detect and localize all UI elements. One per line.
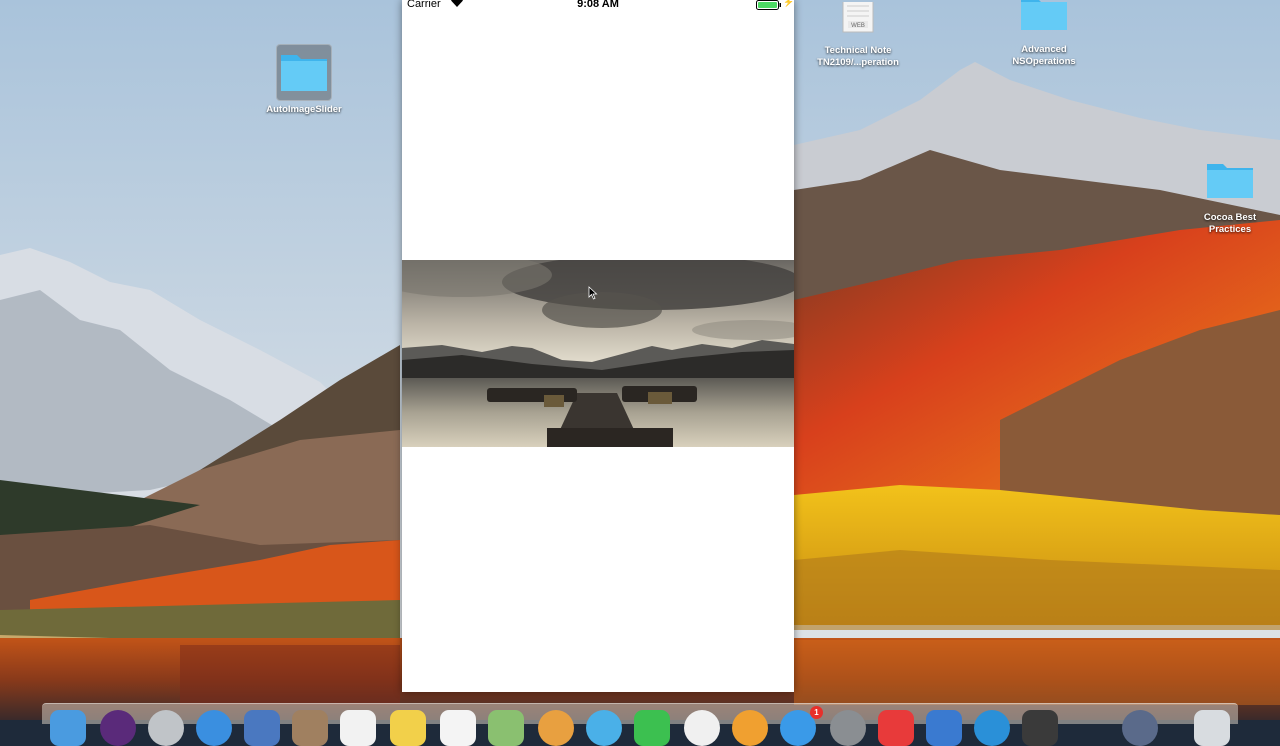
slider-image-lake-dock — [402, 260, 794, 447]
page-dot-2[interactable] — [593, 171, 600, 177]
system-preferences-icon[interactable] — [830, 710, 866, 746]
music-icon[interactable] — [684, 710, 720, 746]
photos-icon[interactable] — [538, 710, 574, 746]
page-dot-1[interactable] — [580, 171, 587, 177]
reminders-icon[interactable] — [440, 710, 476, 746]
image-slider[interactable] — [402, 260, 794, 447]
siri-icon[interactable] — [100, 710, 136, 746]
launchpad-icon[interactable] — [148, 710, 184, 746]
web-document-icon: WEB — [838, 0, 878, 41]
terminal-icon[interactable] — [1022, 710, 1058, 746]
folder-icon — [1203, 156, 1257, 209]
desktop-folder-cocoa-best-practices[interactable]: Cocoa Best Practices — [1175, 156, 1280, 236]
notification-badge: 1 — [810, 706, 823, 719]
safari-icon[interactable] — [196, 710, 232, 746]
downloads-icon[interactable] — [1122, 710, 1158, 746]
desktop-icon-label: AutoImageSlider — [266, 104, 342, 115]
ios-simulator-screen[interactable]: Carrier 9:08 AM ⚡ — [402, 0, 794, 692]
desktop-icon-label: Cocoa Best Practices — [1203, 212, 1257, 235]
desktop-icon-label: Advanced NSOperations — [1012, 44, 1076, 67]
desktop-icon-label: Technical Note TN2109/...peration — [817, 45, 899, 68]
simulator-icon[interactable] — [974, 710, 1010, 746]
facetime-icon[interactable] — [634, 710, 670, 746]
calendar-icon[interactable] — [340, 710, 376, 746]
maps-icon[interactable] — [488, 710, 524, 746]
charging-icon: ⚡ — [783, 0, 794, 7]
messages-icon[interactable] — [586, 710, 622, 746]
folder-icon — [1017, 0, 1071, 41]
trash-icon[interactable] — [1194, 710, 1230, 746]
mouse-cursor-icon — [588, 286, 598, 300]
desktop-folder-autoimageslider[interactable]: AutoImageSlider — [249, 44, 359, 116]
page-control[interactable] — [402, 168, 794, 180]
ibooks-icon[interactable] — [732, 710, 768, 746]
contacts-icon[interactable] — [292, 710, 328, 746]
finder-icon[interactable] — [50, 710, 86, 746]
news-icon[interactable] — [878, 710, 914, 746]
status-bar: Carrier 9:08 AM ⚡ — [402, 0, 794, 12]
folder-icon — [276, 44, 332, 101]
xcode-icon[interactable] — [926, 710, 962, 746]
desktop-document-technical-note[interactable]: WEB Technical Note TN2109/...peration — [803, 0, 913, 69]
battery-icon — [756, 0, 782, 13]
mail-icon[interactable] — [244, 710, 280, 746]
desktop-folder-advanced-nsoperations[interactable]: Advanced NSOperations — [989, 0, 1099, 68]
notes-icon[interactable] — [390, 710, 426, 746]
page-dot-3-active[interactable] — [606, 169, 616, 179]
status-time: 9:08 AM — [577, 0, 619, 10]
web-badge: WEB — [851, 23, 865, 29]
